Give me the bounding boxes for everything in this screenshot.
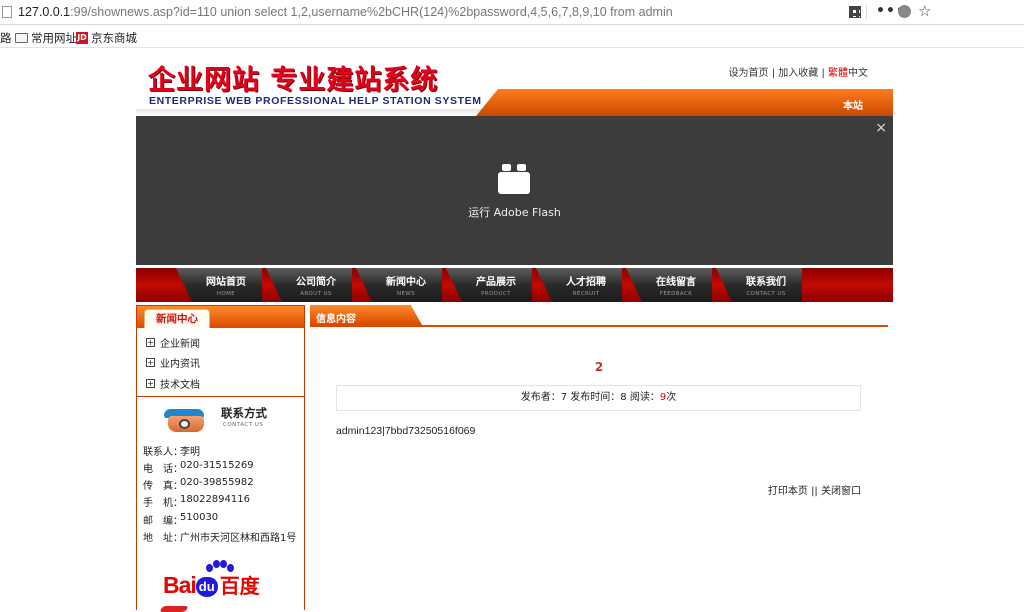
nav-feedback[interactable]: 在线留言 FEEDBACK bbox=[626, 268, 712, 302]
sidebar-title: 新闻中心 bbox=[144, 309, 210, 328]
traditional-chinese-link[interactable]: 繁體中文 bbox=[828, 68, 868, 79]
star-icon[interactable]: ☆ bbox=[918, 2, 931, 20]
nav-news[interactable]: 新闻中心 NEWS bbox=[356, 268, 442, 302]
swoosh-logo-icon bbox=[159, 606, 189, 612]
url-text[interactable]: 127.0.0.1:99/shownews.asp?id=110 union s… bbox=[18, 5, 673, 19]
bookmarks-bar: 路 常用网址 JD 京东商城 bbox=[0, 26, 1024, 48]
header-orange-bar: 本站 bbox=[476, 89, 893, 116]
plus-icon: + bbox=[146, 378, 155, 388]
sidebar-item-company-news[interactable]: + 企业新闻 bbox=[146, 332, 304, 353]
nav-recruit[interactable]: 人才招聘 RECRUIT bbox=[536, 268, 622, 302]
add-favorite-link[interactable]: 加入收藏 bbox=[778, 68, 818, 79]
bookmark-jd-mall[interactable]: JD 京东商城 bbox=[76, 30, 137, 46]
print-page-link[interactable]: 打印本页 bbox=[768, 486, 808, 497]
contact-title-en: CONTACT US bbox=[223, 421, 264, 428]
contact-header: 联系方式 CONTACT US bbox=[137, 397, 304, 441]
url-host: 127.0.0.1 bbox=[18, 5, 71, 19]
main-title-bar: 信息内容 bbox=[310, 305, 888, 327]
baidu-logo-icon: Bai du 百度 bbox=[163, 560, 260, 599]
contact-person: 联系人： 李明 bbox=[143, 446, 200, 458]
qr-code-icon[interactable] bbox=[849, 6, 861, 18]
plus-icon: + bbox=[146, 358, 155, 368]
close-icon[interactable]: × bbox=[875, 120, 887, 136]
nav-about[interactable]: 公司简介 ABOUT US bbox=[266, 268, 352, 302]
page-icon bbox=[2, 6, 12, 18]
top-links: 设为首页 | 加入收藏 | 繁體中文 bbox=[728, 68, 869, 79]
contact-postcode: 邮 编： 510030 bbox=[143, 511, 219, 527]
nav-product[interactable]: 产品展示 PRODUCT bbox=[446, 268, 532, 302]
site-notice: 本站 bbox=[843, 101, 863, 112]
nav-contact[interactable]: 联系我们 CONTACT US bbox=[716, 268, 802, 302]
extension-icon[interactable] bbox=[898, 5, 911, 18]
nav-home[interactable]: 网站首页 HOME bbox=[176, 268, 262, 302]
contact-mobile: 手 机： 18022894116 bbox=[143, 494, 250, 510]
plugin-icon bbox=[498, 164, 530, 196]
sidebar-item-industry-news[interactable]: + 业内资讯 bbox=[146, 353, 304, 374]
site-container: 企业网站 专业建站系统 ENTERPRISE WEB PROFESSIONAL … bbox=[136, 52, 893, 302]
baidu-link[interactable]: Bai du 百度 bbox=[137, 558, 304, 612]
sidebar-title-bar: 新闻中心 bbox=[137, 306, 304, 328]
toolbar-divider bbox=[866, 5, 867, 20]
address-bar[interactable]: 127.0.0.1:99/shownews.asp?id=110 union s… bbox=[0, 0, 1024, 25]
site-header: 企业网站 专业建站系统 ENTERPRISE WEB PROFESSIONAL … bbox=[136, 52, 893, 116]
set-homepage-link[interactable]: 设为首页 bbox=[729, 68, 769, 79]
folder-icon bbox=[15, 33, 28, 43]
close-window-link[interactable]: 关闭窗口 bbox=[821, 486, 861, 497]
header-strip: 本站 bbox=[136, 89, 893, 116]
contact-fax: 传 真： 020-39855982 bbox=[143, 477, 254, 493]
contact-list: 联系人： 李明 电 话： 020-31515269 传 真： 020-39855982… bbox=[137, 441, 304, 547]
main-nav: 网站首页 HOME 公司简介 ABOUT US 新闻中心 NEWS 产品展示 PRODU… bbox=[136, 268, 893, 302]
sidebar: 新闻中心 + 企业新闻 + 业内资讯 + 技术文档 联系方式 CONTACT US 联… bbox=[136, 305, 305, 612]
sidebar-item-tech-docs[interactable]: + 技术文档 bbox=[146, 373, 304, 394]
article-meta: 发布者：7 发布时间：8 阅读：9次 bbox=[336, 385, 861, 411]
article-actions: 打印本页 || 关闭窗口 bbox=[767, 486, 861, 497]
jd-logo-icon: JD bbox=[76, 32, 88, 44]
bookmark-common-sites[interactable]: 常用网址 bbox=[15, 30, 77, 46]
main-content: 信息内容 2 发布者：7 发布时间：8 阅读：9次 admin123|7bbd7… bbox=[310, 305, 888, 610]
telephone-icon bbox=[162, 406, 208, 434]
plus-icon: + bbox=[146, 337, 155, 347]
run-flash-label[interactable]: 运行 Adobe Flash bbox=[136, 204, 893, 220]
news-category-list: + 企业新闻 + 业内资讯 + 技术文档 bbox=[137, 328, 304, 394]
bookmark-truncated[interactable]: 路 bbox=[0, 30, 12, 46]
article-title: 2 bbox=[594, 360, 604, 374]
article-body: admin123|7bbd73250516f069 bbox=[336, 425, 476, 437]
main-title: 信息内容 bbox=[310, 305, 422, 325]
contact-title: 联系方式 bbox=[221, 405, 267, 420]
contact-address: 地 址： 广州市天河区林和西路1号 bbox=[143, 532, 297, 544]
flash-placeholder[interactable]: × 运行 Adobe Flash bbox=[136, 116, 893, 265]
url-path: :99/shownews.asp?id=110 union select 1,2… bbox=[70, 5, 673, 19]
contact-phone: 电 话： 020-31515269 bbox=[143, 459, 254, 475]
